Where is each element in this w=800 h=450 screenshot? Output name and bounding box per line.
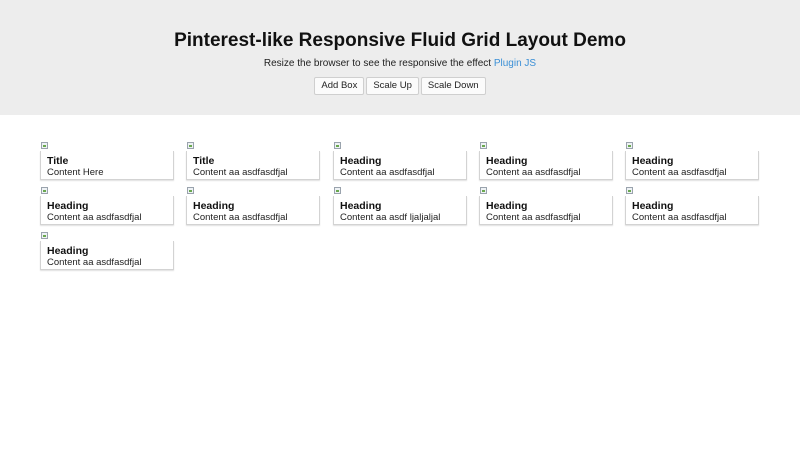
grid-card: Heading Content aa asdfasdfjal xyxy=(333,141,467,180)
grid-card: Title Content aa asdfasdfjal xyxy=(186,141,320,180)
card-content: Content aa asdf ljaljaljal xyxy=(340,212,441,223)
broken-image-icon xyxy=(40,231,50,241)
grid-card: Heading Content aa asdfasdfjal xyxy=(625,186,759,225)
grid-card: Heading Content aa asdfasdfjal xyxy=(40,186,174,225)
card-content: Content aa asdfasdfjal xyxy=(47,212,142,223)
card-heading: Heading xyxy=(193,200,235,212)
card-body: Heading Content aa asdfasdfjal xyxy=(40,241,174,270)
grid-card: Heading Content aa asdfasdfjal xyxy=(479,186,613,225)
card-heading: Heading xyxy=(47,245,89,257)
broken-image-icon xyxy=(186,186,196,196)
card-content: Content aa asdfasdfjal xyxy=(340,167,435,178)
broken-image-icon xyxy=(625,186,635,196)
card-body: Heading Content aa asdfasdfjal xyxy=(479,196,613,225)
card-content: Content aa asdfasdfjal xyxy=(193,167,288,178)
card-content: Content aa asdfasdfjal xyxy=(632,167,727,178)
card-content: Content aa asdfasdfjal xyxy=(632,212,727,223)
card-heading: Heading xyxy=(340,200,382,212)
card-content: Content aa asdfasdfjal xyxy=(193,212,288,223)
card-heading: Heading xyxy=(632,155,674,167)
card-heading: Heading xyxy=(340,155,382,167)
card-content: Content aa asdfasdfjal xyxy=(47,257,142,268)
card-heading: Heading xyxy=(632,200,674,212)
card-content: Content aa asdfasdfjal xyxy=(486,167,581,178)
broken-image-icon xyxy=(40,141,50,151)
card-body: Heading Content aa asdfasdfjal xyxy=(333,151,467,180)
grid-card: Heading Content aa asdfasdfjal xyxy=(40,231,174,270)
grid-card: Heading Content aa asdf ljaljaljal xyxy=(333,186,467,225)
card-body: Heading Content aa asdfasdfjal xyxy=(186,196,320,225)
card-heading: Title xyxy=(193,155,215,167)
card-body: Heading Content aa asdf ljaljaljal xyxy=(333,196,467,225)
card-body: Title Content Here xyxy=(40,151,174,180)
card-body: Heading Content aa asdfasdfjal xyxy=(40,196,174,225)
broken-image-icon xyxy=(479,186,489,196)
card-body: Heading Content aa asdfasdfjal xyxy=(625,151,759,180)
card-content: Content Here xyxy=(47,167,104,178)
card-heading: Heading xyxy=(47,200,89,212)
grid-card: Heading Content aa asdfasdfjal xyxy=(625,141,759,180)
card-heading: Heading xyxy=(486,200,528,212)
card-body: Heading Content aa asdfasdfjal xyxy=(479,151,613,180)
broken-image-icon xyxy=(186,141,196,151)
broken-image-icon xyxy=(333,141,343,151)
card-content: Content aa asdfasdfjal xyxy=(486,212,581,223)
grid-card: Title Content Here xyxy=(40,141,174,180)
card-heading: Heading xyxy=(486,155,528,167)
card-heading: Title xyxy=(47,155,69,167)
broken-image-icon xyxy=(40,186,50,196)
card-body: Title Content aa asdfasdfjal xyxy=(186,151,320,180)
broken-image-icon xyxy=(625,141,635,151)
broken-image-icon xyxy=(333,186,343,196)
broken-image-icon xyxy=(479,141,489,151)
grid-card: Heading Content aa asdfasdfjal xyxy=(186,186,320,225)
card-body: Heading Content aa asdfasdfjal xyxy=(625,196,759,225)
fluid-grid: Title Content Here Title Content aa asdfasd… xyxy=(0,0,800,450)
grid-card: Heading Content aa asdfasdfjal xyxy=(479,141,613,180)
